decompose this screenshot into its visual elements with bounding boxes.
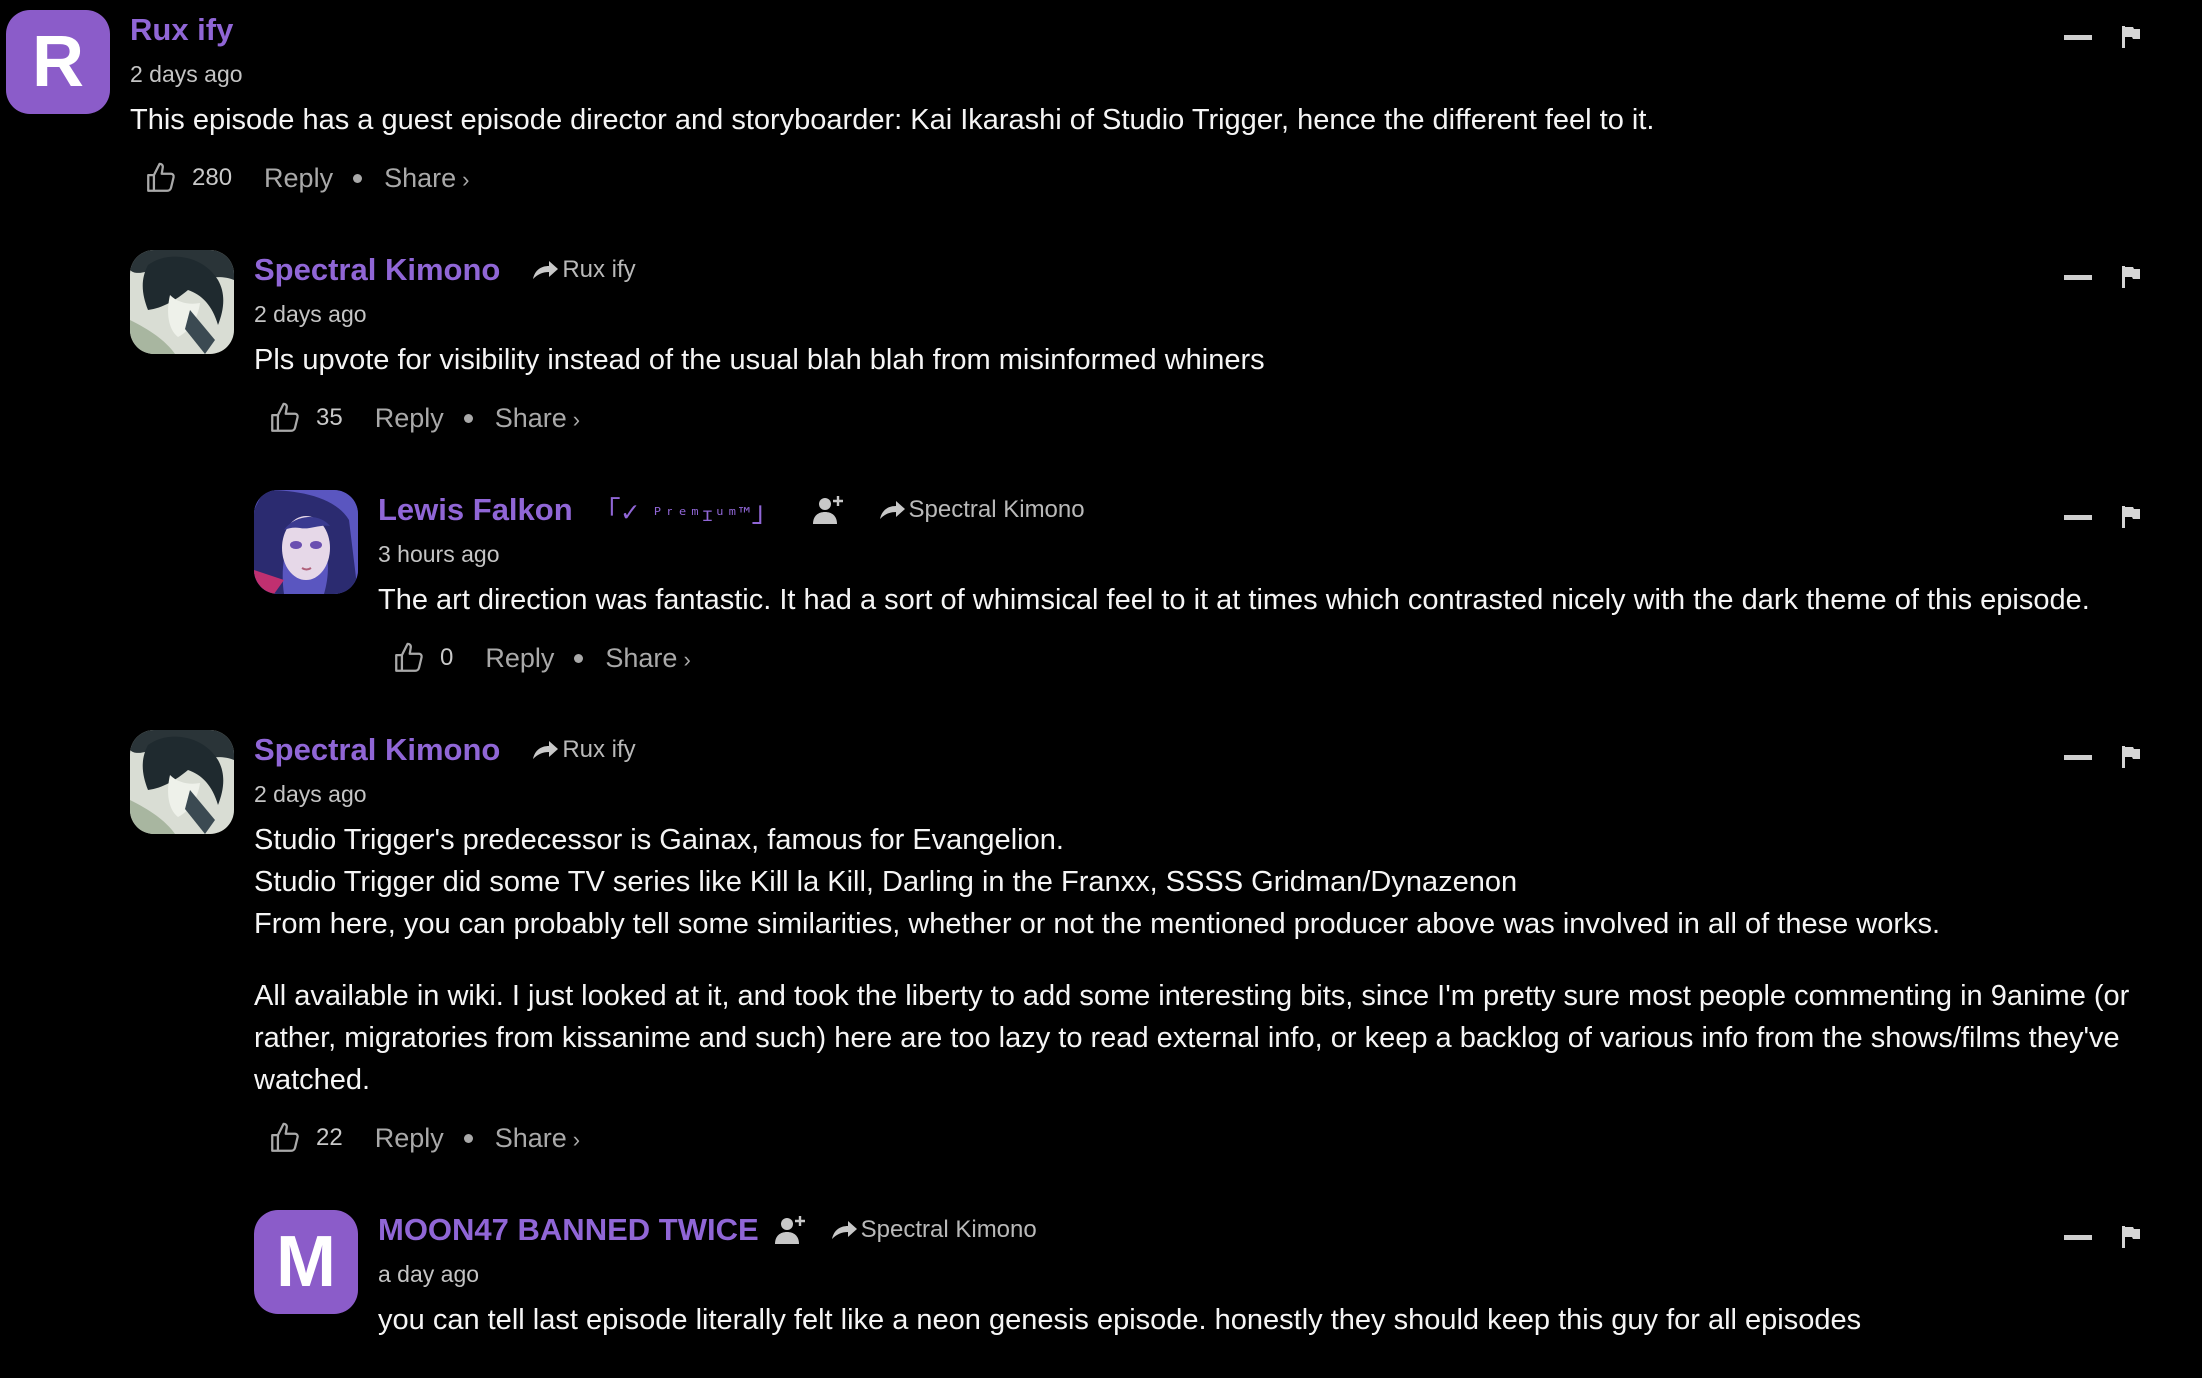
share-button[interactable]: Share › <box>495 403 580 434</box>
add-user-icon[interactable] <box>811 492 847 528</box>
reply-arrow-icon <box>533 261 559 279</box>
avatar[interactable]: R <box>6 10 110 114</box>
share-label: Share <box>384 162 457 193</box>
like-count: 22 <box>316 1124 343 1151</box>
comment-controls <box>2064 266 2140 288</box>
reply-arrow-icon <box>533 741 559 759</box>
reply-arrow-icon <box>879 501 905 519</box>
like-icon[interactable] <box>144 161 178 195</box>
flag-icon[interactable] <box>2122 266 2140 288</box>
avatar[interactable] <box>254 490 358 594</box>
comment-controls <box>2064 1226 2140 1248</box>
comment-actions: 0 Reply Share › <box>378 635 2202 681</box>
comment-text: Pls upvote for visibility instead of the… <box>254 339 2202 381</box>
comment-text: The art direction was fantastic. It had … <box>378 579 2202 621</box>
comment: M MOON47 BANNED TWICE Spectral Kimono a … <box>254 1210 2202 1378</box>
flag-icon[interactable] <box>2122 746 2140 768</box>
separator-dot <box>574 653 584 663</box>
badge-close: 」 <box>751 495 781 528</box>
reply-to-name: Spectral Kimono <box>908 496 1085 523</box>
reply-button[interactable]: Reply <box>375 403 444 434</box>
reply-button[interactable]: Reply <box>264 163 333 194</box>
avatar[interactable] <box>130 730 234 834</box>
comment-text: you can tell last episode literally felt… <box>378 1299 2202 1341</box>
reply-to[interactable]: Rux ify <box>530 256 636 284</box>
share-button[interactable]: Share › <box>605 643 690 674</box>
reply-to[interactable]: Spectral Kimono <box>829 1216 1037 1244</box>
timestamp: 3 hours ago <box>378 541 500 567</box>
comment-controls <box>2064 26 2140 48</box>
minus-icon[interactable] <box>2064 1234 2092 1240</box>
minus-icon[interactable] <box>2064 34 2092 40</box>
comment-paragraph: From here, you can probably tell some si… <box>254 908 1941 940</box>
comment-paragraph: All available in wiki. I just looked at … <box>254 980 2130 1096</box>
comment-paragraph: you can tell last episode literally felt… <box>378 1304 1862 1336</box>
minus-icon[interactable] <box>2064 514 2092 520</box>
comment-actions: 280 Reply Share › <box>130 155 2202 201</box>
username[interactable]: Rux ify <box>130 12 233 48</box>
chevron-right-icon: › <box>572 406 581 432</box>
comment: Spectral Kimono Rux ify 2 days ago Studi… <box>130 730 2202 1190</box>
chevron-right-icon: › <box>683 646 691 672</box>
comment-text: This episode has a guest episode directo… <box>130 99 2202 141</box>
comment: Lewis Falkon 「✓ ᴾʳᵉᵐɪᵘᵐ™」 Spectral Kimon… <box>254 490 2202 720</box>
avatar[interactable] <box>130 250 234 354</box>
like-icon[interactable] <box>268 401 302 435</box>
reply-arrow-icon <box>831 1221 857 1239</box>
separator-dot <box>463 1133 473 1143</box>
comment-text: Studio Trigger's predecessor is Gainax, … <box>254 819 2202 1101</box>
comment-paragraph: The art direction was fantastic. It had … <box>378 584 2090 616</box>
share-button[interactable]: Share › <box>495 1123 580 1154</box>
comment-paragraph: Studio Trigger's predecessor is Gainax, … <box>254 824 1064 856</box>
reply-to-name: Spectral Kimono <box>860 1216 1037 1243</box>
minus-icon[interactable] <box>2064 754 2092 760</box>
reply-to-name: Rux ify <box>562 256 636 283</box>
reply-button[interactable]: Reply <box>485 643 554 674</box>
flag-icon[interactable] <box>2122 26 2140 48</box>
share-button[interactable]: Share › <box>384 163 469 194</box>
like-count: 0 <box>440 644 454 671</box>
comment-actions: 22 Reply Share › <box>254 1115 2202 1161</box>
timestamp: 2 days ago <box>254 301 367 327</box>
separator-dot <box>463 413 473 423</box>
share-label: Share <box>605 642 678 673</box>
premium-badge: 「✓ ᴾʳᵉᵐɪᵘᵐ™」 <box>593 490 781 530</box>
timestamp: 2 days ago <box>130 61 243 87</box>
like-count: 280 <box>192 164 233 191</box>
comment-actions: 35 Reply Share › <box>254 395 2202 441</box>
comment-controls <box>2064 746 2140 768</box>
comment-paragraph: Pls upvote for visibility instead of the… <box>254 344 1265 376</box>
username[interactable]: Lewis Falkon <box>378 492 573 528</box>
comment-controls <box>2064 506 2140 528</box>
like-icon[interactable] <box>268 1121 302 1155</box>
separator-dot <box>353 173 363 183</box>
comment: Spectral Kimono Rux ify 2 days ago Pls u… <box>130 250 2202 480</box>
comment-paragraph: This episode has a guest episode directo… <box>130 104 1655 136</box>
comment: R Rux ify 2 days ago This episode has a … <box>6 10 2202 240</box>
flag-icon[interactable] <box>2122 1226 2140 1248</box>
chevron-right-icon: › <box>572 1126 581 1152</box>
reply-button[interactable]: Reply <box>375 1123 444 1154</box>
comment-paragraph: Studio Trigger did some TV series like K… <box>254 866 1518 898</box>
badge-open: 「✓ <box>592 495 640 528</box>
reply-to[interactable]: Spectral Kimono <box>877 496 1085 524</box>
add-user-icon[interactable] <box>773 1212 809 1248</box>
timestamp: 2 days ago <box>254 781 367 807</box>
flag-icon[interactable] <box>2122 506 2140 528</box>
username[interactable]: Spectral Kimono <box>254 252 500 288</box>
avatar[interactable]: M <box>254 1210 358 1314</box>
like-icon[interactable] <box>392 641 426 675</box>
share-label: Share <box>494 402 567 433</box>
minus-icon[interactable] <box>2064 274 2092 280</box>
badge-label: ᴾʳᵉᵐɪᵘᵐ™ <box>651 504 752 526</box>
like-count: 35 <box>316 404 343 431</box>
reply-to[interactable]: Rux ify <box>530 736 636 764</box>
timestamp: a day ago <box>378 1261 480 1287</box>
share-label: Share <box>494 1122 567 1153</box>
reply-to-name: Rux ify <box>562 736 636 763</box>
username[interactable]: Spectral Kimono <box>254 732 500 768</box>
username[interactable]: MOON47 BANNED TWICE <box>378 1212 759 1248</box>
chevron-right-icon: › <box>462 166 470 192</box>
